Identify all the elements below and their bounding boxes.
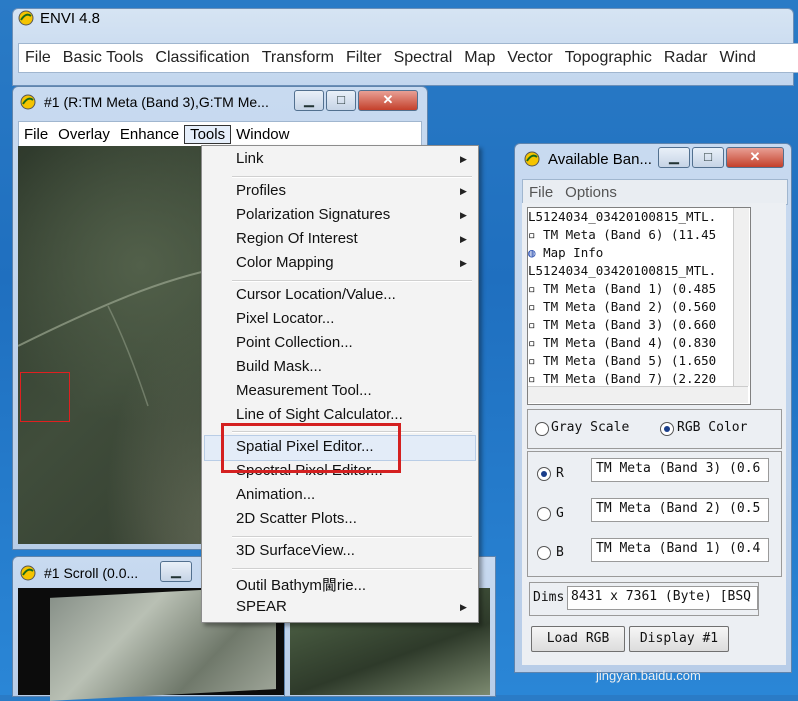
menu-enhance[interactable]: Enhance	[115, 126, 184, 143]
envi-logo-icon	[20, 94, 36, 110]
minimize-button[interactable]: ▁	[658, 147, 690, 168]
menu-item-line-of-sight[interactable]: Line of Sight Calculator...	[236, 406, 403, 423]
display-button[interactable]: Display #1	[629, 626, 729, 652]
submenu-arrow-icon: ▶	[460, 186, 467, 196]
dims-label: Dims	[533, 590, 565, 605]
dims-field: 8431 x 7361 (Byte) [BSQ	[567, 586, 758, 610]
submenu-arrow-icon: ▶	[460, 602, 467, 612]
menu-filter[interactable]: Filter	[340, 49, 388, 67]
menu-window[interactable]: Window	[231, 126, 294, 143]
close-button[interactable]: ✕	[358, 90, 418, 111]
menu-vector[interactable]: Vector	[501, 49, 558, 67]
gray-scale-radio[interactable]	[535, 422, 549, 436]
list-item[interactable]: ▫ TM Meta (Band 3) (0.660	[528, 316, 750, 334]
bands-window-title: Available Ban...	[548, 151, 652, 168]
menu-item-region-of-interest[interactable]: Region Of Interest	[236, 230, 358, 247]
menu-item-3d-surfaceview[interactable]: 3D SurfaceView...	[236, 542, 355, 559]
watermark-text: jingyan.baidu.com	[596, 668, 701, 683]
menu-file[interactable]: File	[523, 184, 559, 201]
menu-spectral[interactable]: Spectral	[388, 49, 459, 67]
zoom-region-box[interactable]	[20, 372, 70, 422]
annotation-highlight-box	[221, 423, 401, 473]
menu-separator	[232, 568, 472, 570]
menu-transform[interactable]: Transform	[256, 49, 340, 67]
menu-item-build-mask[interactable]: Build Mask...	[236, 358, 322, 375]
list-item[interactable]: L5124034_03420100815_MTL.	[528, 208, 750, 226]
menu-separator	[232, 536, 472, 538]
envi-window-title: ENVI 4.8	[40, 10, 101, 27]
menu-file[interactable]: File	[19, 49, 57, 67]
menu-item-link[interactable]: Link	[236, 150, 264, 167]
menu-item-measurement-tool[interactable]: Measurement Tool...	[236, 382, 372, 399]
bands-menubar: File Options	[522, 179, 788, 205]
image-window-title: #1 (R:TM Meta (Band 3),G:TM Me...	[44, 94, 269, 110]
rgb-color-radio[interactable]	[660, 422, 674, 436]
menu-item-color-mapping[interactable]: Color Mapping	[236, 254, 334, 271]
menu-file[interactable]: File	[19, 126, 53, 143]
maximize-button[interactable]: □	[692, 147, 724, 168]
menu-classification[interactable]: Classification	[149, 49, 255, 67]
list-item[interactable]: L5124034_03420100815_MTL.	[528, 262, 750, 280]
menu-item-animation[interactable]: Animation...	[236, 486, 315, 503]
g-channel-radio[interactable]	[537, 507, 551, 521]
menu-separator	[232, 280, 472, 282]
list-item[interactable]: ▫ TM Meta (Band 2) (0.560	[528, 298, 750, 316]
envi-logo-icon	[524, 151, 540, 167]
menu-item-pixel-locator[interactable]: Pixel Locator...	[236, 310, 334, 327]
load-rgb-button[interactable]: Load RGB	[531, 626, 625, 652]
submenu-arrow-icon: ▶	[460, 234, 467, 244]
bands-list[interactable]: L5124034_03420100815_MTL. ▫ TM Meta (Ban…	[527, 207, 751, 405]
g-label: G	[556, 506, 564, 521]
menu-window[interactable]: Wind	[714, 49, 762, 67]
r-channel-radio[interactable]	[537, 467, 551, 481]
r-band-field[interactable]: TM Meta (Band 3) (0.6	[591, 458, 769, 482]
menu-item-polarization-signatures[interactable]: Polarization Signatures	[236, 206, 390, 223]
menu-map[interactable]: Map	[458, 49, 501, 67]
image-menubar: File Overlay Enhance Tools Window	[18, 121, 422, 147]
close-button[interactable]: ✕	[726, 147, 784, 168]
minimize-button[interactable]: ▁	[160, 561, 192, 582]
menu-item-profiles[interactable]: Profiles	[236, 182, 286, 199]
globe-icon: ◍	[528, 245, 536, 260]
menu-basic-tools[interactable]: Basic Tools	[57, 49, 150, 67]
envi-menubar: File Basic Tools Classification Transfor…	[18, 43, 798, 73]
menu-separator	[232, 176, 472, 178]
menu-item-outil-bathymetrie[interactable]: Outil Bathym閫rie...	[236, 574, 366, 595]
envi-logo-icon	[20, 565, 36, 581]
b-label: B	[556, 545, 564, 560]
gray-scale-label: Gray Scale	[551, 420, 630, 435]
horizontal-scrollbar[interactable]	[528, 386, 748, 403]
menu-item-point-collection[interactable]: Point Collection...	[236, 334, 353, 351]
submenu-arrow-icon: ▶	[460, 154, 467, 164]
submenu-arrow-icon: ▶	[460, 210, 467, 220]
menu-item-cursor-location[interactable]: Cursor Location/Value...	[236, 286, 396, 303]
r-label: R	[556, 466, 564, 481]
menu-topographic[interactable]: Topographic	[559, 49, 658, 67]
list-item[interactable]: ▫ TM Meta (Band 5) (1.650	[528, 352, 750, 370]
menu-item-2d-scatter-plots[interactable]: 2D Scatter Plots...	[236, 510, 357, 527]
menu-overlay[interactable]: Overlay	[53, 126, 115, 143]
list-item[interactable]: ◍ Map Info	[528, 244, 750, 262]
g-band-field[interactable]: TM Meta (Band 2) (0.5	[591, 498, 769, 522]
envi-logo-icon	[18, 10, 34, 26]
rgb-color-label: RGB Color	[677, 420, 748, 435]
submenu-arrow-icon: ▶	[460, 258, 467, 268]
list-item[interactable]: ▫ TM Meta (Band 4) (0.830	[528, 334, 750, 352]
minimize-button[interactable]: ▁	[294, 90, 324, 111]
list-item[interactable]: ▫ TM Meta (Band 6) (11.45	[528, 226, 750, 244]
menu-options[interactable]: Options	[559, 184, 623, 201]
vertical-scrollbar[interactable]	[733, 208, 749, 386]
b-band-field[interactable]: TM Meta (Band 1) (0.4	[591, 538, 769, 562]
scroll-window-title: #1 Scroll (0.0...	[44, 565, 139, 581]
menu-radar[interactable]: Radar	[658, 49, 714, 67]
menu-item-spear[interactable]: SPEAR	[236, 598, 287, 615]
maximize-button[interactable]: □	[326, 90, 356, 111]
list-item[interactable]: ▫ TM Meta (Band 1) (0.485	[528, 280, 750, 298]
menu-tools[interactable]: Tools	[184, 124, 232, 144]
b-channel-radio[interactable]	[537, 546, 551, 560]
